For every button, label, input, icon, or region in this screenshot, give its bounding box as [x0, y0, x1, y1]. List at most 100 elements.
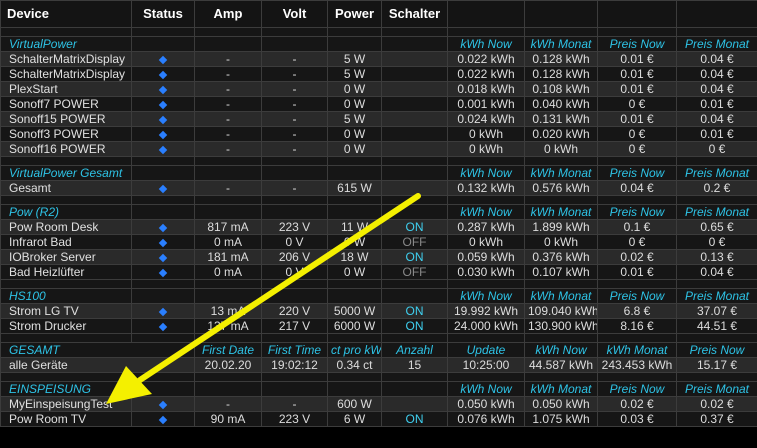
device-name: Sonoff16 POWER	[0, 141, 132, 157]
cell-volt: -	[261, 96, 328, 112]
section-label: kWh Now	[447, 288, 525, 304]
status-cell	[131, 180, 195, 196]
table-row[interactable]: SchalterMatrixDisplay - -5 W 0.022 kWh 0.128…	[0, 66, 757, 82]
spacer-cell	[0, 27, 132, 37]
section-label	[131, 165, 195, 181]
spacer-cell	[381, 195, 448, 205]
table-row[interactable]: Sonoff16 POWER - -0 W0 kWh 0 kWh 0 €0 €	[0, 141, 757, 157]
col-power: Power	[327, 0, 382, 28]
cell-amp: -	[194, 396, 262, 412]
device-name: Gesamt	[0, 180, 132, 196]
cell-power: 5000 W	[327, 303, 382, 319]
cell-preis-now: 0.01 €	[597, 51, 677, 67]
section-label	[261, 165, 328, 181]
cell-kwh-monat: 0.128 kWh	[524, 51, 598, 67]
table-row[interactable]: Strom Drucker 137 mA 217 V 6000 W ON 24.000 k…	[0, 318, 757, 334]
cell-kwh-monat: 243.453 kWh	[597, 357, 677, 373]
col-volt: Volt	[261, 0, 328, 28]
cell-amp: -	[194, 81, 262, 97]
switch-toggle[interactable]: ON	[381, 303, 448, 319]
spacer-cell	[131, 279, 195, 289]
status-dot-icon	[158, 55, 168, 65]
status-dot-icon	[158, 307, 168, 317]
section-label: kWh Monat	[524, 204, 598, 220]
cell-power: 600 W	[327, 396, 382, 412]
cell-kwh-monat: 0.050 kWh	[524, 396, 598, 412]
cell-amp: 137 mA	[194, 318, 262, 334]
cell-preis-now: 0.01 €	[597, 81, 677, 97]
section-spacer	[0, 333, 757, 343]
spacer-cell	[524, 27, 598, 37]
status-dot-icon	[158, 223, 168, 233]
section-label: kWh Monat	[597, 342, 677, 358]
switch-toggle[interactable]: ON	[381, 249, 448, 265]
cell-anzahl: 15	[381, 357, 448, 373]
switch-toggle[interactable]: ON	[381, 318, 448, 334]
table-row[interactable]: Infrarot Bad 0 mA 0 V0 W OFF 0 kWh 0 kWh 0 €0 …	[0, 234, 757, 250]
cell-volt: -	[261, 396, 328, 412]
cell-kwh-now: 0.018 kWh	[447, 81, 525, 97]
spacer-cell	[327, 156, 382, 166]
switch-toggle[interactable]: ON	[381, 411, 448, 427]
cell-power: 5 W	[327, 111, 382, 127]
cell-kwh-monat: 0 kWh	[524, 234, 598, 250]
device-name: Strom LG TV	[0, 303, 132, 319]
table-row[interactable]: Pow Room TV 90 mA 223 V6 W ON 0.076 kWh 1.075…	[0, 411, 757, 427]
cell-kwh-now: 0.022 kWh	[447, 66, 525, 82]
table-row[interactable]: Gesamt - -615 W 0.132 kWh 0.576 kWh 0.04 €0.2…	[0, 180, 757, 196]
table-row[interactable]: Pow Room Desk 817 mA 223 V 11 W ON 0.287 kWh 1…	[0, 219, 757, 235]
cell-kwh-now: 19.992 kWh	[447, 303, 525, 319]
status-cell	[131, 141, 195, 157]
table-header: Device Status Amp Volt Power Schalter	[0, 0, 757, 28]
table-row[interactable]: MyEinspeisungTest - -600 W 0.050 kWh 0.050 k…	[0, 396, 757, 412]
spacer-cell	[676, 27, 757, 37]
spacer-cell	[327, 333, 382, 343]
cell-preis-monat: 0.04 €	[676, 66, 757, 82]
cell-amp: -	[194, 141, 262, 157]
status-cell	[131, 81, 195, 97]
switch-toggle[interactable]: ON	[381, 219, 448, 235]
spacer-cell	[447, 195, 525, 205]
table-row[interactable]: Bad Heizlüfter 0 mA 0 V0 W OFF 0.030 kWh 0.10…	[0, 264, 757, 280]
status-dot-icon	[158, 322, 168, 332]
section-label: Preis Monat	[676, 204, 757, 220]
spacer-cell	[327, 195, 382, 205]
switch-toggle[interactable]: OFF	[381, 264, 448, 280]
status-dot-icon	[158, 100, 168, 110]
switch-toggle[interactable]: OFF	[381, 234, 448, 250]
section-title: Pow (R2)	[0, 204, 132, 220]
section-title: VirtualPower	[0, 36, 132, 52]
spacer-cell	[261, 156, 328, 166]
cell-volt: -	[261, 141, 328, 157]
section-header: EINSPEISUNG kWh Now kWh Monat Preis Now Prei…	[0, 381, 757, 397]
table-row[interactable]: Sonoff3 POWER - -0 W0 kWh 0.020 kWh 0 €0.01 …	[0, 126, 757, 142]
spacer-cell	[676, 279, 757, 289]
cell-kwh-now: 0.287 kWh	[447, 219, 525, 235]
status-cell	[131, 66, 195, 82]
cell-kwh-now: 0 kWh	[447, 234, 525, 250]
spacer-cell	[597, 279, 677, 289]
col-amp: Amp	[194, 0, 262, 28]
table-row[interactable]: PlexStart - -0 W 0.018 kWh 0.108 kWh 0.01 €0.…	[0, 81, 757, 97]
spacer-cell	[597, 372, 677, 382]
spacer-cell	[447, 333, 525, 343]
cell-kwh-monat: 0.108 kWh	[524, 81, 598, 97]
cell-preis-now: 0.02 €	[597, 396, 677, 412]
spacer-cell	[0, 279, 132, 289]
table-row[interactable]: SchalterMatrixDisplay - -5 W 0.022 kWh 0.128…	[0, 51, 757, 67]
table-row[interactable]: Sonoff15 POWER - -5 W 0.024 kWh 0.131 kWh 0.0…	[0, 111, 757, 127]
table-row[interactable]: Strom LG TV 13 mA 220 V 5000 W ON 19.992 kWh 1…	[0, 303, 757, 319]
switch-toggle	[381, 111, 448, 127]
table-row[interactable]: IOBroker Server 181 mA 206 V 18 W ON 0.059 kW…	[0, 249, 757, 265]
switch-toggle	[381, 96, 448, 112]
energy-table: Device Status Amp Volt Power Schalter Vi…	[0, 0, 757, 427]
cell-kwh-now: 0.050 kWh	[447, 396, 525, 412]
status-dot-icon	[158, 238, 168, 248]
status-dot-icon	[158, 115, 168, 125]
device-name: Strom Drucker	[0, 318, 132, 334]
spacer-cell	[597, 156, 677, 166]
spacer-cell	[381, 372, 448, 382]
section-label	[327, 288, 382, 304]
table-row[interactable]: Sonoff7 POWER - -0 W 0.001 kWh 0.040 kWh 0 €0…	[0, 96, 757, 112]
cell-preis-now: 0.01 €	[597, 111, 677, 127]
